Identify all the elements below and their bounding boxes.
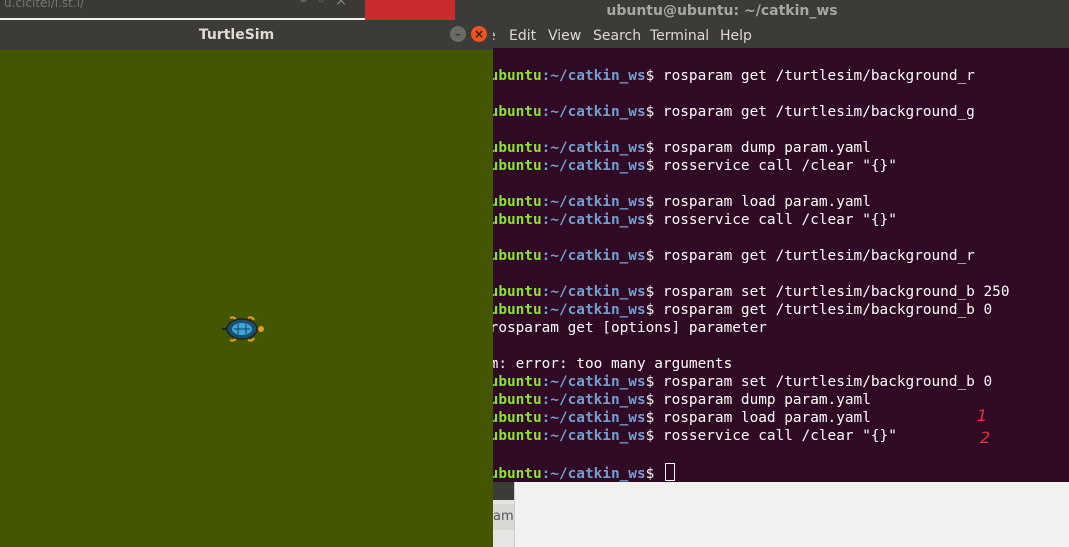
command-text: $ rosparam get /turtlesim/background_g — [645, 104, 975, 120]
menu-view[interactable]: View — [548, 24, 581, 48]
minimize-button[interactable]: – — [450, 26, 466, 42]
command-text: $ rosparam set /turtlesim/background_b 2… — [645, 284, 1010, 300]
command-text: $ rosparam dump param.yaml — [645, 140, 871, 156]
prompt-path: :~/catkin_ws — [541, 284, 646, 300]
turtlesim-titlebar[interactable]: TurtleSim – × — [0, 20, 493, 50]
terminal-command-line: ntu@ubuntu:~/catkin_ws$ rosparam load pa… — [455, 193, 871, 211]
prompt-path: :~/catkin_ws — [541, 68, 646, 84]
prompt-path: :~/catkin_ws — [541, 392, 646, 408]
terminal-command-line: ntu@ubuntu:~/catkin_ws$ rosparam get /tu… — [455, 301, 992, 319]
command-text: $ rosservice call /clear "{}" — [645, 428, 897, 444]
turtlesim-window: TurtleSim – × — [0, 20, 493, 547]
turtlesim-title: TurtleSim — [198, 27, 275, 43]
terminal-command-line: ntu@ubuntu:~/catkin_ws$ rosparam get /tu… — [455, 247, 975, 265]
prompt-path: :~/catkin_ws — [541, 374, 646, 390]
terminal-command-line: ntu@ubuntu:~/catkin_ws$ rosservice call … — [455, 211, 897, 229]
command-text: $ rosservice call /clear "{}" — [645, 212, 897, 228]
prompt-path: :~/catkin_ws — [541, 194, 646, 210]
background-window-tab[interactable]: am — [493, 504, 514, 530]
terminal-title: ubuntu@ubuntu: ~/catkin_ws — [606, 3, 838, 19]
terminal-command-line: ntu@ubuntu:~/catkin_ws$ rosservice call … — [455, 427, 897, 445]
prompt-path: :~/catkin_ws — [541, 428, 646, 444]
handwritten-annotation-1: 1 — [977, 406, 988, 425]
prompt-path: :~/catkin_ws — [541, 466, 646, 482]
terminal-command-line: ntu@ubuntu:~/catkin_ws$ rosparam set /tu… — [455, 373, 992, 391]
prompt-path: :~/catkin_ws — [541, 140, 646, 156]
command-text: $ rosparam load param.yaml — [645, 194, 871, 210]
prompt-path: :~/catkin_ws — [541, 248, 646, 264]
prompt-path: :~/catkin_ws — [541, 158, 646, 174]
background-window-tab-label: am — [493, 509, 514, 524]
command-text: $ rosparam get /turtlesim/background_b 0 — [645, 302, 993, 318]
terminal-command-line: ntu@ubuntu:~/catkin_ws$ rosservice call … — [455, 157, 897, 175]
terminal-command-line: ntu@ubuntu:~/catkin_ws$ rosparam get /tu… — [455, 103, 975, 121]
command-text: $ rosparam dump param.yaml — [645, 392, 871, 408]
terminal-menubar: e Edit View Search Terminal Help — [455, 24, 1069, 48]
menu-search[interactable]: Search — [593, 24, 641, 48]
command-text: $ rosparam set /turtlesim/background_b 0 — [645, 374, 993, 390]
terminal-command-line: ntu@ubuntu:~/catkin_ws$ rosparam set /tu… — [455, 283, 1010, 301]
turtlesim-canvas — [0, 50, 493, 547]
terminal-output-line: ge: rosparam get [options] parameter — [455, 320, 767, 336]
terminal-command-line: ntu@ubuntu:~/catkin_ws$ rosparam get /tu… — [455, 67, 975, 85]
text-cursor — [664, 463, 675, 481]
command-text: $ rosservice call /clear "{}" — [645, 158, 897, 174]
terminal-command-line: ntu@ubuntu:~/catkin_ws$ rosparam load pa… — [455, 409, 871, 427]
command-text: $ rosparam get /turtlesim/background_r — [645, 68, 975, 84]
menu-help[interactable]: Help — [720, 24, 752, 48]
menu-edit[interactable]: Edit — [509, 24, 536, 48]
terminal-window: ubuntu@ubuntu: ~/catkin_ws e Edit View S… — [455, 0, 1069, 482]
prompt-path: :~/catkin_ws — [541, 104, 646, 120]
handwritten-annotation-2: 2 — [980, 428, 991, 447]
background-window-lower-bar — [493, 482, 514, 500]
background-window-titlebar: u.cicitei/i.st.i/ –◦× — [0, 0, 360, 18]
close-button[interactable]: × — [471, 26, 487, 42]
prompt-path: :~/catkin_ws — [541, 212, 646, 228]
terminal-command-line: ntu@ubuntu:~/catkin_ws$ rosparam dump pa… — [455, 391, 871, 409]
command-text: $ — [645, 466, 663, 482]
turtle-icon — [222, 316, 264, 342]
command-text: $ rosparam get /turtlesim/background_r — [645, 248, 975, 264]
background-window-controls[interactable]: –◦× — [300, 0, 357, 8]
terminal-output-line: param: error: too many arguments — [455, 356, 733, 372]
background-window-title: u.cicitei/i.st.i/ — [4, 0, 85, 10]
prompt-path: :~/catkin_ws — [541, 302, 646, 318]
terminal-command-line: ntu@ubuntu:~/catkin_ws$ rosparam dump pa… — [455, 139, 871, 157]
terminal-titlebar: ubuntu@ubuntu: ~/catkin_ws — [455, 0, 1069, 24]
menu-terminal[interactable]: Terminal — [650, 24, 709, 48]
command-text: $ rosparam load param.yaml — [645, 410, 871, 426]
prompt-path: :~/catkin_ws — [541, 410, 646, 426]
